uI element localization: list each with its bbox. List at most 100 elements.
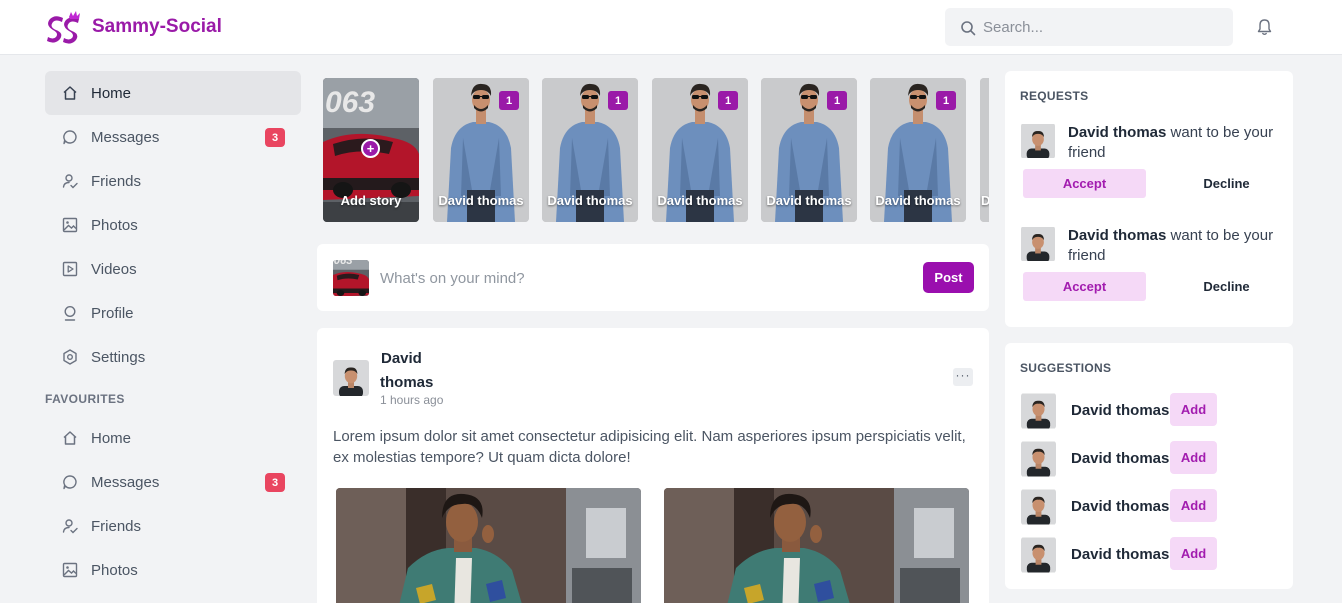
- favourites-heading: FAVOURITES: [45, 392, 125, 406]
- requests-card: REQUESTS David thomas want to be your fr…: [1005, 71, 1293, 327]
- story-count-badge: 1: [608, 91, 628, 110]
- unread-badge: 3: [265, 473, 285, 492]
- suggestions-card: SUGGESTIONS David thomas Add David thoma…: [1005, 343, 1293, 589]
- sidebar-item-photos[interactable]: Photos: [45, 203, 301, 247]
- post-image[interactable]: [664, 488, 969, 603]
- bell-icon[interactable]: [1256, 18, 1273, 36]
- feed-post: David thomas 1 hours ago ··· Lorem ipsum…: [317, 328, 989, 603]
- add-friend-button[interactable]: Add: [1170, 393, 1217, 426]
- sidebar-item-label: Settings: [91, 348, 146, 366]
- add-friend-button[interactable]: Add: [1170, 441, 1217, 474]
- story-card[interactable]: 1 David thomas: [761, 78, 857, 222]
- home-icon: [62, 85, 78, 101]
- add-story-card[interactable]: + Add story: [323, 78, 419, 222]
- story-card[interactable]: D: [980, 78, 989, 222]
- suggestion-avatar[interactable]: [1021, 441, 1056, 477]
- post-image[interactable]: [336, 488, 641, 603]
- story-count-badge: 1: [718, 91, 738, 110]
- sidebar-item-label: Videos: [91, 260, 137, 278]
- requester-avatar[interactable]: [1021, 226, 1055, 262]
- sidebar-item-home[interactable]: Home: [45, 71, 301, 115]
- suggestion-item: David thomas Add: [1020, 393, 1280, 429]
- favourite-item-photos[interactable]: Photos: [45, 548, 301, 592]
- friends-icon: [62, 518, 78, 534]
- story-card[interactable]: 1 David thomas: [870, 78, 966, 222]
- author-first-name: David: [381, 350, 422, 367]
- decline-button[interactable]: Decline: [1165, 169, 1288, 198]
- story-count-badge: 1: [827, 91, 847, 110]
- chat-icon: [62, 474, 78, 490]
- add-friend-button[interactable]: Add: [1170, 489, 1217, 522]
- search-bar[interactable]: [945, 8, 1233, 46]
- author-avatar[interactable]: [333, 360, 369, 396]
- image-icon: [62, 217, 78, 233]
- favourite-item-friends[interactable]: Friends: [45, 504, 301, 548]
- story-card[interactable]: 1 David thomas: [652, 78, 748, 222]
- favourite-item-label: Friends: [91, 517, 142, 535]
- author-last-name: thomas: [380, 374, 434, 391]
- user-avatar[interactable]: [333, 260, 369, 296]
- suggestion-name[interactable]: David thomas: [1071, 402, 1169, 419]
- video-icon: [62, 261, 78, 277]
- post-time: 1 hours ago: [380, 393, 444, 407]
- favourite-item-home[interactable]: Home: [45, 416, 301, 460]
- sidebar-item-settings[interactable]: Settings: [45, 335, 301, 379]
- post-author[interactable]: David thomas: [380, 347, 450, 395]
- sidebar-item-videos[interactable]: Videos: [45, 247, 301, 291]
- stories-strip: + Add story 1 David thomas 1 David thoma…: [323, 78, 989, 222]
- suggestion-name[interactable]: David thomas: [1071, 450, 1169, 467]
- post-input[interactable]: [380, 260, 900, 296]
- sidebar-item-friends[interactable]: Friends: [45, 159, 301, 203]
- search-input[interactable]: [983, 8, 1223, 46]
- favourite-item-messages[interactable]: Messages 3: [45, 460, 301, 504]
- decline-button[interactable]: Decline: [1165, 272, 1288, 301]
- sidebar-item-label: Profile: [91, 304, 134, 322]
- requester-avatar[interactable]: [1021, 123, 1055, 159]
- sidebar-item-label: Home: [91, 84, 132, 102]
- app-name[interactable]: Sammy-Social: [92, 16, 222, 38]
- sidebar-item-messages[interactable]: Messages 3: [45, 115, 301, 159]
- home-icon: [62, 430, 78, 446]
- story-card[interactable]: 1 David thomas: [433, 78, 529, 222]
- favourite-item-label: Photos: [91, 561, 138, 579]
- add-story-label: Add story: [340, 193, 402, 208]
- story-author: David thomas: [657, 193, 743, 208]
- sidebar-item-label: Messages: [91, 128, 160, 146]
- logo[interactable]: [45, 11, 81, 45]
- chat-icon: [62, 129, 78, 145]
- requester-name[interactable]: David thomas: [1068, 227, 1166, 244]
- suggestion-avatar[interactable]: [1021, 489, 1056, 525]
- story-author: David thomas: [547, 193, 633, 208]
- story-author: D: [981, 193, 989, 208]
- accept-button[interactable]: Accept: [1023, 272, 1146, 301]
- suggestion-item: David thomas Add: [1020, 489, 1280, 525]
- requests-heading: REQUESTS: [1020, 89, 1089, 103]
- sidebar: Home Messages 3 Friends Photos Videos Pr…: [45, 71, 301, 592]
- story-count-badge: 1: [499, 91, 519, 110]
- profile-icon: [62, 305, 78, 321]
- image-icon: [62, 562, 78, 578]
- suggestion-avatar[interactable]: [1021, 537, 1056, 573]
- post-composer: Post: [317, 244, 989, 311]
- suggestion-name[interactable]: David thomas: [1071, 546, 1169, 563]
- story-author: David thomas: [766, 193, 852, 208]
- request-text: David thomas want to be your friend: [1068, 123, 1283, 163]
- suggestions-heading: SUGGESTIONS: [1020, 361, 1112, 375]
- suggestion-avatar[interactable]: [1021, 393, 1056, 429]
- sidebar-item-profile[interactable]: Profile: [45, 291, 301, 335]
- suggestion-item: David thomas Add: [1020, 537, 1280, 573]
- more-options-button[interactable]: ···: [953, 368, 973, 386]
- accept-button[interactable]: Accept: [1023, 169, 1146, 198]
- story-count-badge: 1: [936, 91, 956, 110]
- story-card[interactable]: 1 David thomas: [542, 78, 638, 222]
- top-header: Sammy-Social: [0, 0, 1342, 55]
- add-friend-button[interactable]: Add: [1170, 537, 1217, 570]
- plus-icon[interactable]: +: [361, 139, 380, 158]
- story-author: David thomas: [438, 193, 524, 208]
- sidebar-item-label: Friends: [91, 172, 142, 190]
- request-text: David thomas want to be your friend: [1068, 226, 1283, 266]
- post-body: Lorem ipsum dolor sit amet consectetur a…: [333, 428, 966, 466]
- suggestion-name[interactable]: David thomas: [1071, 498, 1169, 515]
- post-button[interactable]: Post: [923, 262, 974, 293]
- requester-name[interactable]: David thomas: [1068, 124, 1166, 141]
